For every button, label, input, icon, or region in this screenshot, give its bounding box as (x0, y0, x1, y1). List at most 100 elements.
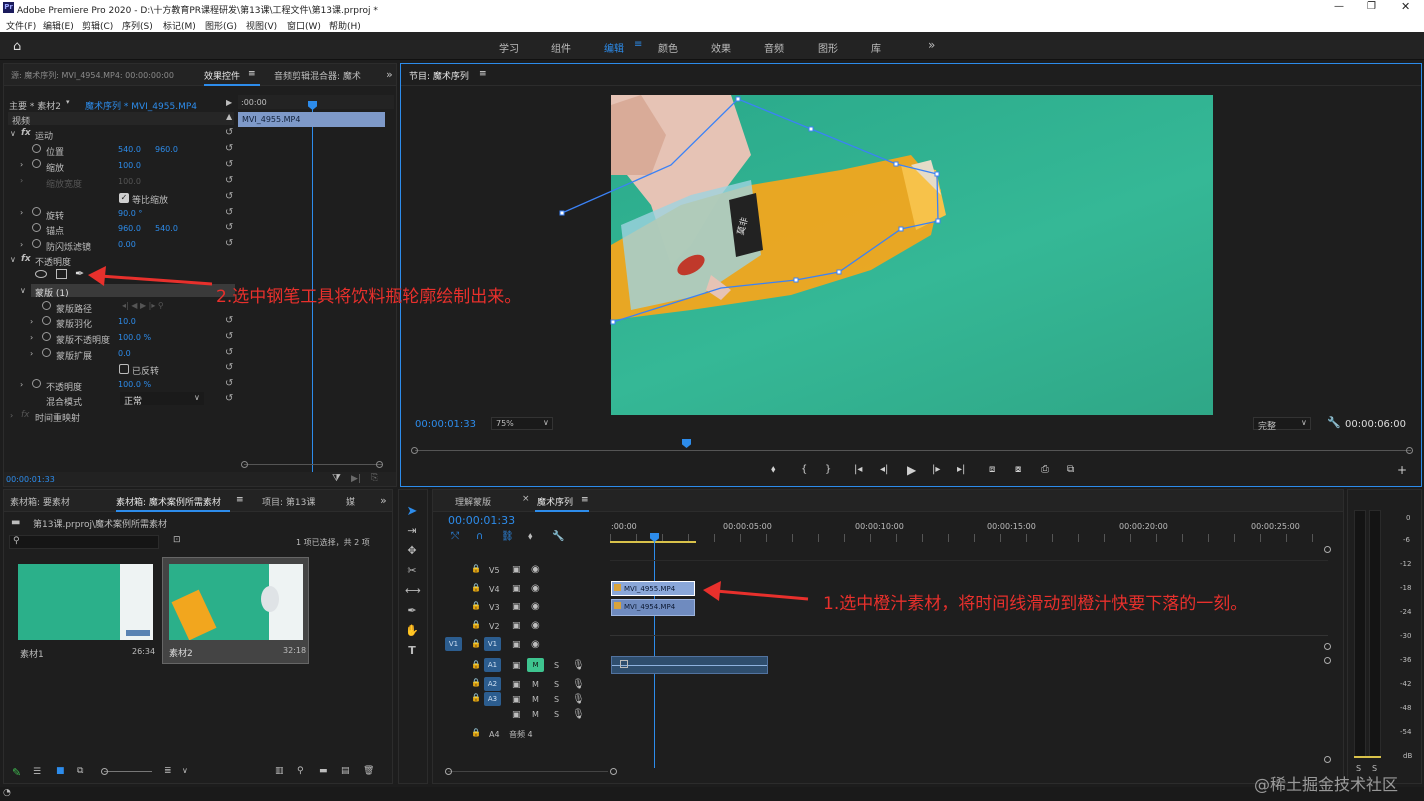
sequence-clip-label[interactable]: 魔术序列 * MVI_4955.MP4 (85, 99, 197, 112)
scroll-up-icon[interactable]: ▲ (226, 112, 232, 121)
close-icon[interactable]: ✕ (1401, 0, 1410, 13)
eye-v5-icon[interactable]: ◉ (531, 564, 540, 575)
stopwatch-mask-path-icon[interactable] (42, 301, 51, 313)
effect-current-time[interactable]: 00:00:01:33 (6, 475, 55, 484)
menu-sequence[interactable]: 序列(S) (122, 19, 153, 32)
sync-v4-icon[interactable]: ▣ (512, 584, 521, 594)
ws-audio[interactable]: 音频 (764, 40, 784, 55)
expand-antiflicker-icon[interactable]: › (20, 240, 23, 249)
reset-opacity-icon[interactable]: ↺ (225, 378, 233, 389)
sort-dropdown-icon[interactable]: ∨ (182, 766, 188, 775)
stopwatch-mask-opacity-icon[interactable] (42, 332, 51, 344)
opacity-value[interactable]: 100.0 % (118, 380, 151, 389)
tab-media[interactable]: 媒 (346, 495, 355, 508)
tab-understand-mask[interactable]: 理解蒙版 (455, 495, 491, 508)
tab-magic-sequence[interactable]: 魔术序列 (537, 495, 573, 508)
audio-clip-a1[interactable] (611, 656, 768, 674)
sync-v2-icon[interactable]: ▣ (512, 621, 521, 631)
source-patch-v1[interactable]: V1 (445, 637, 462, 651)
expand-scale-width-icon[interactable]: › (20, 176, 23, 185)
mic-a2-icon[interactable]: 🎙 (572, 679, 585, 690)
home-icon[interactable]: ⌂ (13, 39, 21, 54)
menu-clip[interactable]: 剪辑(C) (82, 19, 113, 32)
new-folder-icon[interactable]: ▬ (319, 766, 328, 776)
sync-a3b-icon[interactable]: ▣ (512, 710, 521, 720)
eye-v2-icon[interactable]: ◉ (531, 620, 540, 631)
lock-a4-icon[interactable]: 🔒 (471, 728, 481, 737)
export-icon[interactable]: ⎘ (371, 473, 378, 483)
mini-clip-bar[interactable]: MVI_4955.MP4 (238, 112, 385, 127)
mask-opacity-value[interactable]: 100.0 % (118, 333, 151, 342)
header-scrollbar[interactable] (448, 771, 608, 772)
nest-icon[interactable]: ⤲ (451, 531, 459, 542)
menu-marker[interactable]: 标记(M) (163, 19, 196, 32)
expand-motion-icon[interactable]: ∨ (10, 129, 16, 138)
thumb-size-slider[interactable] (104, 771, 152, 772)
reset-blend-icon[interactable]: ↺ (225, 393, 233, 404)
scale-value[interactable]: 100.0 (118, 161, 141, 170)
expand-mask-feather-icon[interactable]: › (30, 317, 33, 326)
timeline-settings-icon[interactable]: 🔧 (552, 531, 564, 542)
expand-opacity-value-icon[interactable]: › (20, 380, 23, 389)
solo-a3b-button[interactable]: S (554, 710, 559, 719)
lock-v1-icon[interactable]: 🔒 (471, 639, 481, 648)
reset-mask-expansion-icon[interactable]: ↺ (225, 347, 233, 358)
tab-audio-mixer[interactable]: 音频剪辑混合器: 魔术 (274, 69, 361, 82)
source-tab[interactable]: 源: 魔术序列: MVI_4954.MP4: 00:00:00:00 (11, 70, 174, 81)
ws-editing[interactable]: 编辑 (604, 40, 624, 55)
ripple-edit-tool-icon[interactable]: ✥ (405, 544, 419, 558)
position-x-value[interactable]: 540.0 (118, 145, 141, 154)
v-scroll-handle-top[interactable] (1324, 546, 1331, 553)
anchor-y-value[interactable]: 540.0 (155, 224, 178, 233)
a-scroll-handle-bottom[interactable] (1324, 756, 1331, 763)
program-zoom-handle-left[interactable] (411, 447, 418, 454)
ws-color[interactable]: 颜色 (658, 40, 678, 55)
pen-tool-icon[interactable]: ✒ (75, 267, 84, 280)
ws-graphics[interactable]: 图形 (818, 40, 838, 55)
panel-overflow-icon[interactable]: » (386, 68, 393, 81)
minimize-icon[interactable]: — (1334, 1, 1344, 12)
program-timecode[interactable]: 00:00:01:33 (415, 419, 476, 430)
menu-edit[interactable]: 编辑(E) (43, 19, 74, 32)
menu-graphics[interactable]: 图形(G) (205, 19, 237, 32)
reset-antiflicker-icon[interactable]: ↺ (225, 238, 233, 249)
mute-a3-button[interactable]: M (532, 695, 539, 704)
filter-icon[interactable]: ⧩ (332, 473, 341, 484)
play-icon[interactable]: ▶ (907, 463, 916, 477)
ruler-ticks[interactable] (610, 534, 1330, 542)
reset-uniform-icon[interactable]: ↺ (225, 191, 233, 202)
reset-inverted-icon[interactable]: ↺ (225, 362, 233, 373)
fx-opacity-icon[interactable]: fx (21, 254, 31, 264)
stopwatch-mask-feather-icon[interactable] (42, 316, 51, 328)
h-scroll-handle-right[interactable] (610, 768, 617, 775)
lock-v4-icon[interactable]: 🔒 (471, 583, 481, 592)
wrench-icon[interactable]: 🔧 (1327, 416, 1341, 429)
lock-a3-icon[interactable]: 🔒 (471, 693, 481, 702)
sync-a1-icon[interactable]: ▣ (512, 661, 521, 671)
zoom-scrollbar[interactable] (244, 464, 382, 465)
tab-bin-elements[interactable]: 素材箱: 要素材 (10, 495, 70, 508)
position-y-value[interactable]: 960.0 (155, 145, 178, 154)
tab-effect-controls[interactable]: 效果控件 (204, 69, 240, 82)
antiflicker-value[interactable]: 0.00 (118, 240, 136, 249)
reset-anchor-icon[interactable]: ↺ (225, 222, 233, 233)
timeline-marker-icon[interactable]: ⬧ (528, 531, 533, 542)
slip-tool-icon[interactable]: ⟷ (405, 584, 421, 598)
work-area-bar[interactable] (610, 541, 696, 543)
clip-mvi-4955[interactable]: MVI_4955.MP4 (611, 581, 695, 596)
new-bin-icon[interactable]: ⊡ (173, 535, 181, 545)
expand-time-remap-icon[interactable]: › (10, 411, 13, 420)
zoom-handle-right[interactable] (376, 461, 383, 468)
button-editor-icon[interactable]: + (1397, 463, 1407, 477)
mute-a3b-button[interactable]: M (532, 710, 539, 719)
mask-feather-value[interactable]: 10.0 (118, 317, 136, 326)
new-item-icon[interactable]: ▤ (341, 766, 350, 776)
menu-help[interactable]: 帮助(H) (329, 19, 361, 32)
sync-a3-icon[interactable]: ▣ (512, 695, 521, 705)
ws-effects[interactable]: 效果 (711, 40, 731, 55)
menu-file[interactable]: 文件(F) (6, 19, 36, 32)
bin-menu-icon[interactable]: ≡ (236, 495, 244, 505)
export-frame-icon[interactable]: ⎙ (1041, 464, 1049, 475)
thumb-size-handle[interactable] (101, 768, 108, 775)
type-tool-icon[interactable]: T (405, 644, 419, 658)
